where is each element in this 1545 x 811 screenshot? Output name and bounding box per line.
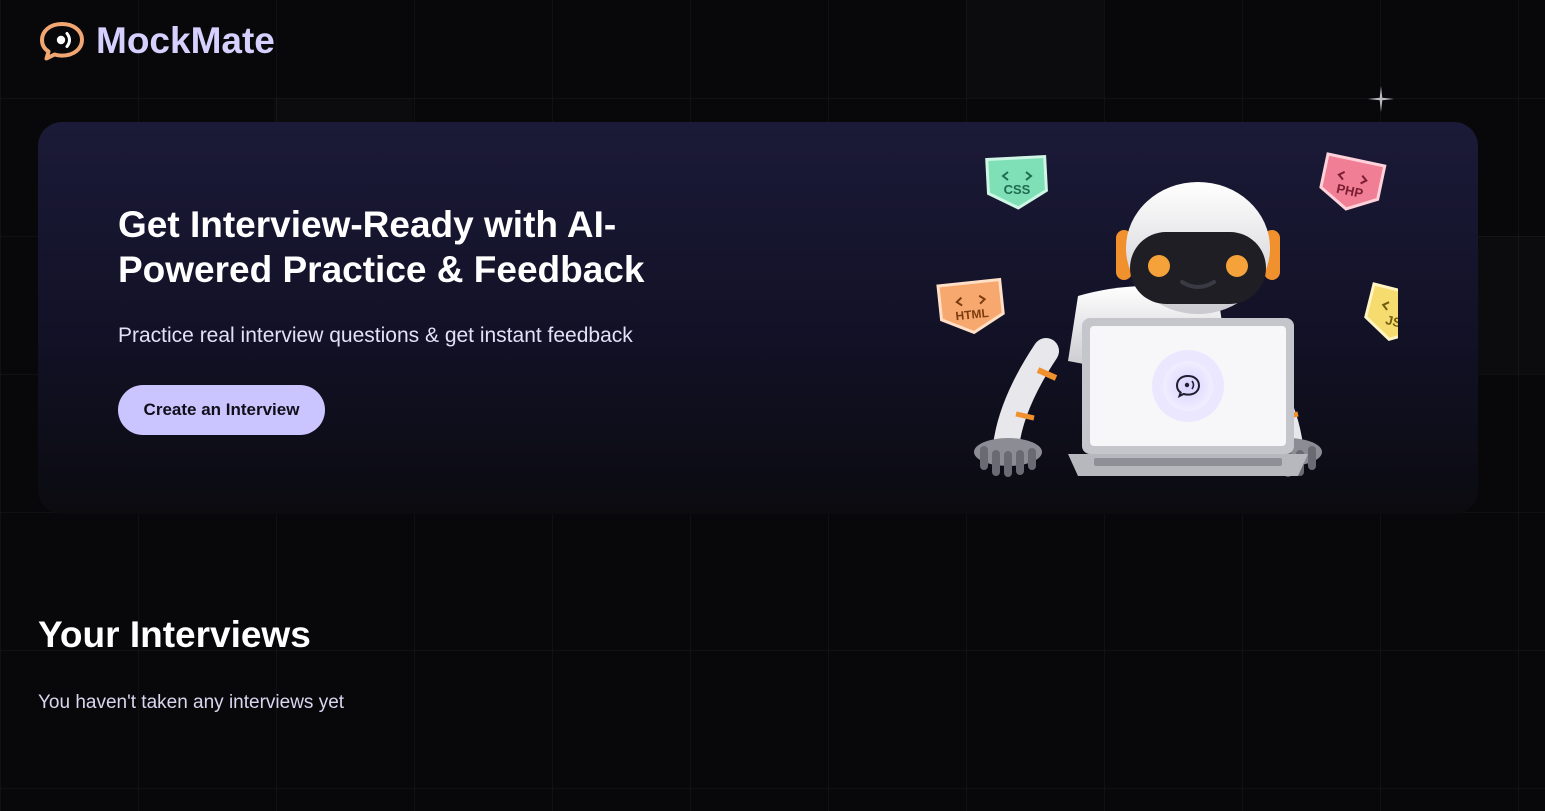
page: MockMate Get Interview-Ready with AI-Pow… [0, 0, 1545, 811]
hero-title: Get Interview-Ready with AI-Powered Prac… [118, 204, 645, 290]
css-badge: CSS [985, 154, 1048, 210]
empty-interviews-message: You haven't taken any interviews yet [38, 692, 345, 713]
sparkle-icon [1368, 86, 1394, 112]
app-header: MockMate [38, 18, 275, 64]
js-badge: JS [1364, 282, 1398, 341]
hero-banner: Get Interview-Ready with AI-Powered Prac… [38, 122, 1478, 514]
chat-bubble-icon[interactable] [38, 20, 86, 62]
grid-highlight [966, 0, 1104, 98]
your-interviews-title: Your Interviews [38, 614, 311, 655]
css-badge-label: CSS [1004, 182, 1031, 197]
grid-highlight [274, 98, 412, 122]
grid-highlight [1478, 236, 1545, 374]
html-badge: HTML [936, 277, 1005, 335]
brand-name[interactable]: MockMate [96, 20, 275, 62]
laptop [1068, 318, 1308, 476]
create-interview-button[interactable]: Create an Interview [118, 385, 325, 435]
hero-subtitle: Practice real interview questions & get … [118, 324, 633, 347]
left-hand [974, 438, 1042, 477]
robot-illustration: CSS PHP HTML JS [936, 152, 1398, 477]
php-badge: PHP [1319, 152, 1387, 211]
